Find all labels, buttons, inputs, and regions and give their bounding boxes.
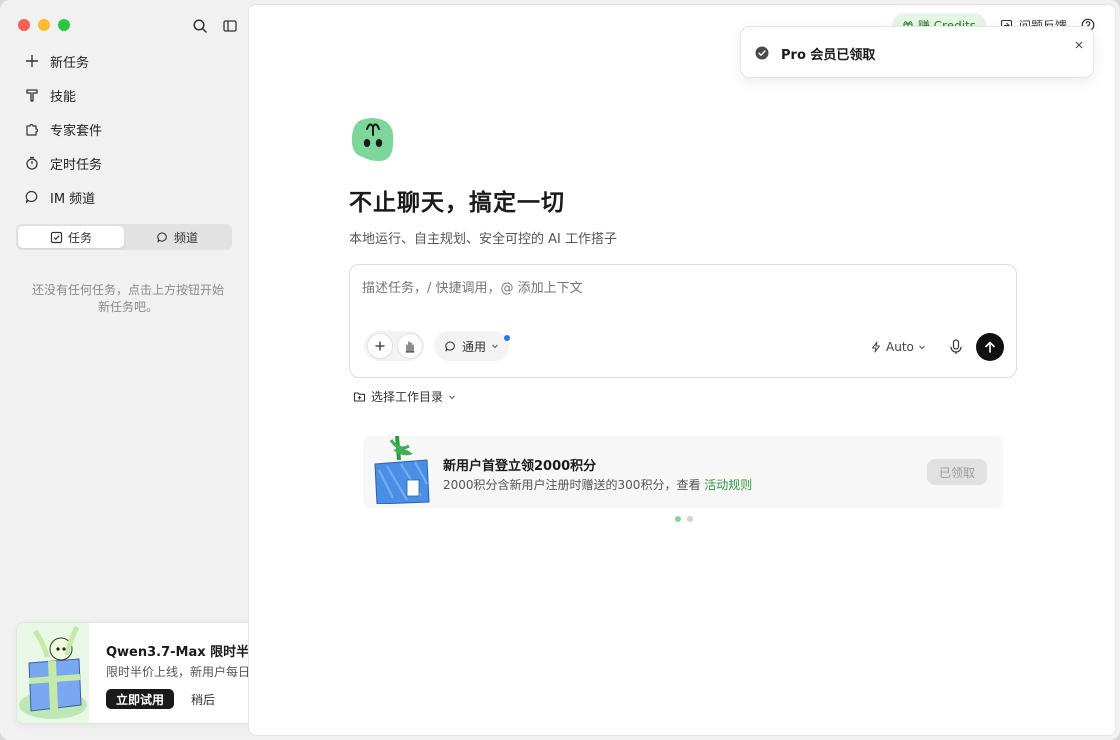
timer-icon bbox=[24, 155, 40, 171]
minimize-window-button[interactable] bbox=[38, 19, 50, 31]
close-window-button[interactable] bbox=[18, 19, 30, 31]
voice-input-button[interactable] bbox=[948, 337, 964, 357]
chat-bubble-icon bbox=[157, 232, 167, 242]
sidebar-item-label: 定时任务 bbox=[50, 157, 103, 173]
banner-subtitle: 2000积分含新用户注册时赠送的300积分，查看 活动规则 bbox=[443, 476, 752, 493]
task-input[interactable] bbox=[362, 281, 1002, 296]
sidebar-item-im-channel[interactable]: IM 频道 bbox=[16, 180, 232, 214]
puzzle-icon bbox=[24, 121, 40, 137]
directory-label: 选择工作目录 bbox=[371, 390, 444, 404]
sidebar-item-scheduled-tasks[interactable]: 定时任务 bbox=[16, 146, 232, 180]
sidebar-item-label: IM 频道 bbox=[50, 191, 96, 207]
sidebar-item-label: 技能 bbox=[50, 89, 77, 105]
window-controls bbox=[18, 19, 70, 31]
segment-label: 频道 bbox=[173, 230, 198, 245]
sidebar-item-skills[interactable]: 技能 bbox=[16, 78, 232, 112]
chevron-down-icon bbox=[449, 395, 455, 399]
try-now-button[interactable]: 立即试用 bbox=[106, 689, 175, 709]
chat-bubble-icon bbox=[445, 341, 455, 351]
carousel-dot-active[interactable] bbox=[675, 516, 681, 522]
chat-bubble-icon bbox=[24, 189, 40, 205]
success-toast: Pro 会员已领取 bbox=[740, 26, 1094, 78]
sidebar-item-label: 专家套件 bbox=[50, 123, 103, 139]
mode-selector[interactable]: 通用 bbox=[434, 331, 510, 361]
model-label: Auto bbox=[886, 340, 914, 354]
activity-rules-link[interactable]: 活动规则 bbox=[704, 478, 752, 492]
gift-box-illustration bbox=[374, 436, 430, 504]
send-button[interactable] bbox=[976, 333, 1004, 361]
plus-icon bbox=[375, 341, 385, 351]
checkbox-icon bbox=[50, 231, 63, 243]
toast-message: Pro 会员已领取 bbox=[781, 48, 876, 63]
claimed-button: 已领取 bbox=[927, 459, 987, 485]
carousel-dots bbox=[675, 516, 693, 522]
plus-icon bbox=[24, 53, 40, 69]
task-channel-segmented-control: 任务 频道 bbox=[16, 224, 232, 250]
microphone-icon bbox=[950, 339, 962, 354]
new-user-credits-banner: 新用户首登立领2000积分 2000积分含新用户注册时赠送的300积分，查看 活… bbox=[363, 436, 1003, 508]
segment-tasks[interactable]: 任务 bbox=[18, 226, 124, 248]
banner-subtitle-text: 2000积分含新用户注册时赠送的300积分，查看 bbox=[443, 478, 705, 492]
banner-title: 新用户首登立领2000积分 bbox=[443, 459, 597, 474]
main-panel: 赚 Credits 问题反馈 不止聊天，搞定一切 本地运行、自主规划、安全可控的… bbox=[248, 4, 1116, 736]
sidebar-item-expert-kits[interactable]: 专家套件 bbox=[16, 112, 232, 146]
skills-picker-button[interactable] bbox=[397, 333, 423, 359]
sidebar-item-new-task[interactable]: 新任务 bbox=[16, 44, 232, 78]
chevron-down-icon bbox=[492, 344, 498, 349]
mode-label: 通用 bbox=[462, 339, 487, 354]
app-logo-icon bbox=[351, 118, 394, 161]
hand-icon bbox=[405, 341, 415, 353]
close-icon[interactable] bbox=[1073, 39, 1085, 51]
arrow-up-icon bbox=[985, 341, 995, 353]
gift-illustration bbox=[17, 623, 89, 723]
zoom-window-button[interactable] bbox=[58, 19, 70, 31]
chevron-down-icon bbox=[919, 345, 925, 350]
segment-label: 任务 bbox=[67, 230, 92, 245]
app-window: 新任务 技能 专家套件 定时任务 IM 频道 任务 频道 还没有任何任务，点击上… bbox=[0, 0, 1120, 740]
later-button[interactable]: 稍后 bbox=[191, 689, 215, 709]
search-icon[interactable] bbox=[192, 18, 208, 34]
skill-icon bbox=[24, 87, 40, 103]
work-directory-selector[interactable]: 选择工作目录 bbox=[353, 388, 456, 405]
add-attachment-button[interactable] bbox=[367, 333, 393, 359]
sidebar: 新任务 技能 专家套件 定时任务 IM 频道 任务 频道 还没有任何任务，点击上… bbox=[0, 0, 396, 740]
carousel-dot[interactable] bbox=[687, 516, 693, 522]
segment-channels[interactable]: 频道 bbox=[124, 226, 230, 248]
lightning-icon bbox=[872, 341, 880, 353]
folder-plus-icon bbox=[353, 392, 366, 402]
hero-title: 不止聊天，搞定一切 bbox=[349, 190, 565, 216]
hero-subtitle: 本地运行、自主规划、安全可控的 AI 工作搭子 bbox=[349, 232, 617, 247]
model-selector[interactable]: Auto bbox=[870, 337, 926, 357]
sidebar-toggle-icon[interactable] bbox=[222, 18, 238, 34]
notification-dot bbox=[504, 335, 510, 341]
sidebar-item-label: 新任务 bbox=[50, 55, 90, 71]
check-circle-icon bbox=[755, 46, 769, 60]
sidebar-nav: 新任务 技能 专家套件 定时任务 IM 频道 bbox=[16, 44, 232, 214]
empty-tasks-message: 还没有任何任务，点击上方按钮开始新任务吧。 bbox=[31, 283, 224, 314]
task-composer: 通用 Auto bbox=[349, 264, 1017, 378]
